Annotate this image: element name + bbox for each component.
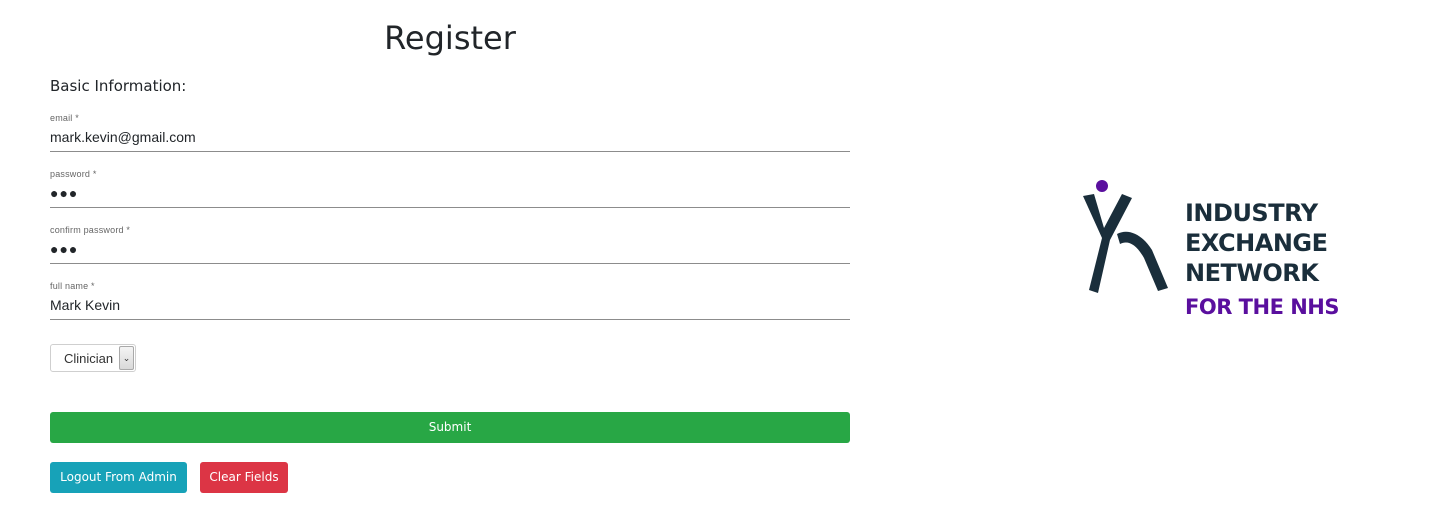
logo-line-exchange: EXCHANGE [1185,229,1328,257]
password-input[interactable]: ●●● [50,184,78,202]
logo-wordmark: INDUSTRY EXCHANGE NETWORK [1185,198,1328,288]
confirm-password-label: confirm password * [50,225,131,235]
logo-mark-icon [1083,180,1168,293]
clear-fields-button[interactable]: Clear Fields [200,462,288,493]
full-name-field: full name * [50,281,850,320]
register-page: Register Basic Information: email * pass… [0,0,1430,531]
page-title: Register [384,19,516,57]
full-name-label: full name * [50,281,95,291]
logo-line-for-the-nhs: FOR THE NHS [1185,295,1340,319]
confirm-password-input[interactable]: ●●● [50,240,78,258]
email-label: email * [50,113,79,123]
chevron-down-icon[interactable]: ⌄ [119,346,134,370]
full-name-input[interactable] [50,294,850,316]
password-field: password * ●●● [50,169,850,208]
role-selected-value: Clinician [64,351,114,366]
role-select[interactable]: Clinician ⌄ [50,344,136,372]
submit-button[interactable]: Submit [50,412,850,443]
email-input[interactable] [50,126,850,148]
confirm-password-field: confirm password * ●●● [50,225,850,264]
logout-from-admin-button[interactable]: Logout From Admin [50,462,187,493]
email-field: email * [50,113,850,152]
logo-line-network: NETWORK [1185,259,1319,287]
password-label: password * [50,169,97,179]
industry-exchange-network-logo: INDUSTRY EXCHANGE NETWORK FOR THE NHS [1080,178,1370,328]
logo-line-industry: INDUSTRY [1185,199,1318,227]
basic-information-heading: Basic Information: [50,77,187,95]
